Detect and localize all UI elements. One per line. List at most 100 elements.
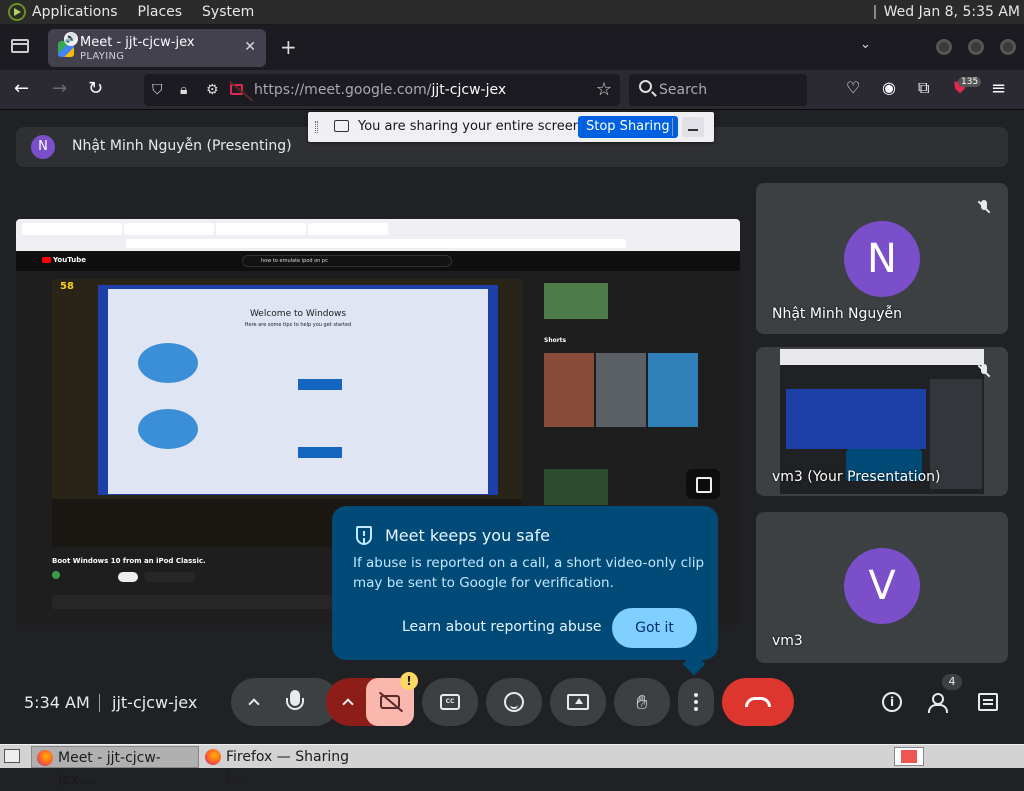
reload-icon[interactable]: ↻ [88,78,103,99]
forward-arrow-icon[interactable]: → [52,78,67,99]
video-thumbnail [544,469,608,505]
sharing-indicator: You are sharing your entire screen. Stop… [308,112,714,142]
account-icon[interactable]: ◉ [882,78,896,97]
url-text[interactable]: https://meet.google.com/jjt-cjcw-jex [254,82,506,98]
window-maximize-button[interactable] [968,39,984,55]
pocket-icon[interactable]: ♡ [846,78,860,97]
distro-logo-icon[interactable] [8,3,26,21]
new-tab-button[interactable]: + [280,35,297,59]
firefox-icon [205,749,221,765]
workspace-thumb [901,750,917,763]
video-settings-button[interactable] [326,678,370,726]
tab-strip: 🔊 Meet - jjt-cjcw-jex PLAYING ✕ + ⌄ [0,25,1024,70]
drag-handle[interactable] [315,121,318,133]
tab-title: Meet - jjt-cjcw-jex [80,35,195,50]
firefox-view-icon[interactable] [11,39,29,53]
captions-button[interactable]: CC [422,678,478,726]
leave-call-button[interactable] [722,678,794,726]
search-bar[interactable]: Search [629,74,807,106]
mic-off-icon [972,195,996,219]
taskbar-item-label: Meet - jjt-cjcw-jex.... [58,750,161,788]
video-title: Boot Windows 10 from an iPod Classic. [52,557,206,565]
workspace-switcher[interactable] [894,747,924,766]
screen-share-icon [334,120,349,132]
participant-tile-vm3[interactable]: V vm3 [756,512,1008,663]
sharing-separator [672,118,673,136]
meeting-details-button[interactable]: i [872,678,912,726]
lock-icon[interactable]: 🔒︎ [180,82,187,98]
chat-button[interactable] [968,678,1008,726]
chevron-up-icon [342,698,354,710]
camera-sharing-icon[interactable] [230,84,243,95]
raise-hand-button[interactable]: ✋︎ [614,678,670,726]
meeting-code: jjt-cjcw-jex [112,693,198,712]
camera-off-icon [380,695,400,709]
thumb-video [786,389,926,449]
sharing-message: You are sharing your entire screen. [358,119,586,134]
more-options-button[interactable] [678,678,714,726]
subscribed-button [144,572,196,582]
participant-tile-presentation[interactable]: vm3 (Your Presentation) [756,347,1008,496]
short-thumbnail [544,353,594,427]
shield-icon [356,526,372,545]
presenter-avatar: N [31,135,55,159]
panel-clock[interactable]: Wed Jan 8, 5:35 AM [884,4,1020,20]
menu-system[interactable]: System [202,4,254,20]
emoji-icon [504,692,524,712]
expand-presentation-icon[interactable] [686,469,720,499]
stop-sharing-button[interactable]: Stop Sharing [578,116,678,138]
learn-about-reporting-link[interactable]: Learn about reporting abuse [402,619,602,635]
meeting-time: 5:34 AM [24,693,90,712]
top-panel: Applications Places System Wed Jan 8, 5:… [0,0,1024,25]
chat-icon [978,693,998,711]
tab-meet[interactable]: 🔊 Meet - jjt-cjcw-jex PLAYING ✕ [48,29,266,67]
panel-separator [873,5,876,19]
back-arrow-icon[interactable]: ← [14,78,29,99]
menu-applications[interactable]: Applications [32,4,118,20]
video-thumbnail [544,283,608,319]
participant-name: Nhật Minh Nguyễn [772,306,903,322]
mic-off-icon [972,359,996,383]
hamburger-menu-icon[interactable]: ≡ [991,78,1006,99]
short-thumbnail [596,353,646,427]
list-all-tabs-chevron-icon[interactable]: ⌄ [860,37,871,52]
meet-safety-popup: Meet keeps you safe If abuse is reported… [332,506,718,676]
show-desktop-icon[interactable] [4,749,20,763]
camera-group: ! [326,672,418,726]
minimize-indicator-button[interactable] [682,117,704,137]
welcome-subtitle: Here are some tips to help you get start… [244,322,352,328]
shield-icon[interactable]: ⛉ [152,82,163,98]
participant-name: vm3 (Your Presentation) [772,469,941,485]
menu-places[interactable]: Places [138,4,183,20]
shorts-label: Shorts [544,337,567,344]
bookmark-star-icon[interactable]: ☆ [596,79,612,100]
extensions-icon[interactable]: ⧉ [918,78,929,98]
participant-name: vm3 [772,633,803,649]
shared-browser-toolbar [16,219,740,251]
permissions-icon[interactable]: ⚙︎ [206,82,219,98]
welcome-illustration [138,409,198,449]
tab-subtitle: PLAYING [80,51,125,62]
present-now-button[interactable] [550,678,606,726]
thumb-toolbar [780,349,984,365]
extension-badge: 135 [958,77,982,87]
url-bar[interactable]: ⛉ 🔒︎ ⚙︎ https://meet.google.com/jjt-cjcw… [144,74,620,106]
youtube-logo: YouTube [42,256,86,264]
got-it-button[interactable]: Got it [612,608,697,648]
bottom-taskbar: Meet - jjt-cjcw-jex.... Firefox — Sharin… [0,744,1024,788]
window-close-button[interactable] [1000,39,1016,55]
camera-warning-badge: ! [400,672,418,690]
window-minimize-button[interactable] [936,39,952,55]
participant-tile-nhat[interactable]: N Nhật Minh Nguyễn [756,183,1008,334]
nav-bar: ← → ↻ ⛉ 🔒︎ ⚙︎ https://meet.google.com/jj… [0,70,1024,110]
search-placeholder: Search [659,82,708,98]
taskbar-item-meet[interactable]: Meet - jjt-cjcw-jex.... [31,746,199,788]
tab-close-icon[interactable]: ✕ [244,39,256,55]
taskbar-item-firefox-sharing[interactable]: Firefox — Sharing I... [200,746,370,787]
welcome-button [298,379,342,390]
info-icon: i [882,692,902,712]
microphone-button[interactable] [267,678,323,726]
speaker-icon[interactable]: 🔊 [64,32,78,46]
people-count-badge: 4 [942,674,962,690]
reactions-button[interactable] [486,678,542,726]
